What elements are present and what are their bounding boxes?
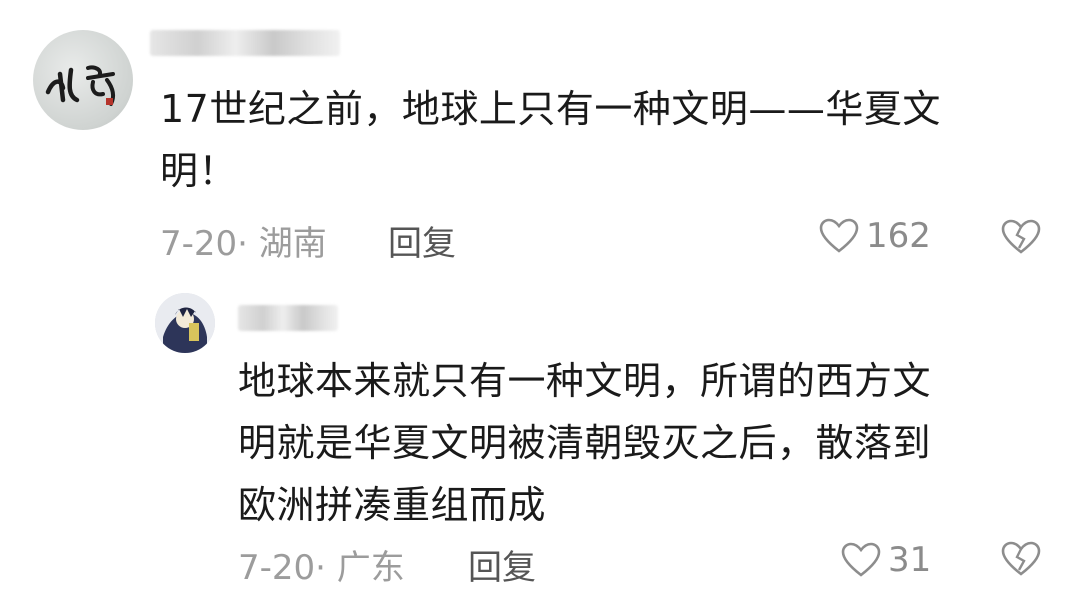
broken-heart-icon (1001, 541, 1041, 576)
anime-avatar-icon (155, 293, 215, 353)
reply-dislike-button[interactable] (1000, 540, 1042, 582)
reply-like-count: 31 (888, 540, 932, 580)
reply-text-line-1: 地球本来就只有一种文明，所谓的西方文 (238, 359, 932, 403)
heart-outline-icon (841, 542, 881, 577)
avatar[interactable] (33, 30, 133, 130)
reply-text-line-3: 欧洲拼凑重组而成 (238, 483, 547, 527)
like-button[interactable]: 162 (818, 216, 931, 256)
dislike-button[interactable] (1000, 218, 1042, 260)
reply-button[interactable]: 回复 (388, 216, 456, 265)
reply-avatar[interactable] (155, 293, 215, 353)
reply-username-redacted (238, 305, 338, 331)
reply-like-button[interactable]: 31 (840, 540, 931, 580)
comment-text-line-2: 明！ (160, 149, 238, 193)
broken-heart-icon (1001, 219, 1041, 254)
comment-text-line-1: 17世纪之前，地球上只有一种文明——华夏文 (160, 87, 941, 131)
reply-text-line-2: 明就是华夏文明被清朝毁灭之后，散落到 (238, 421, 932, 465)
heart-outline-icon (819, 218, 859, 253)
username-redacted (150, 30, 340, 56)
reply-reply-button[interactable]: 回复 (468, 540, 536, 589)
like-count: 162 (866, 216, 931, 256)
reply-meta: 7-20· 广东 (238, 548, 405, 588)
calligraphy-avatar-icon (45, 65, 116, 106)
comment-meta: 7-20· 湖南 (160, 224, 327, 264)
